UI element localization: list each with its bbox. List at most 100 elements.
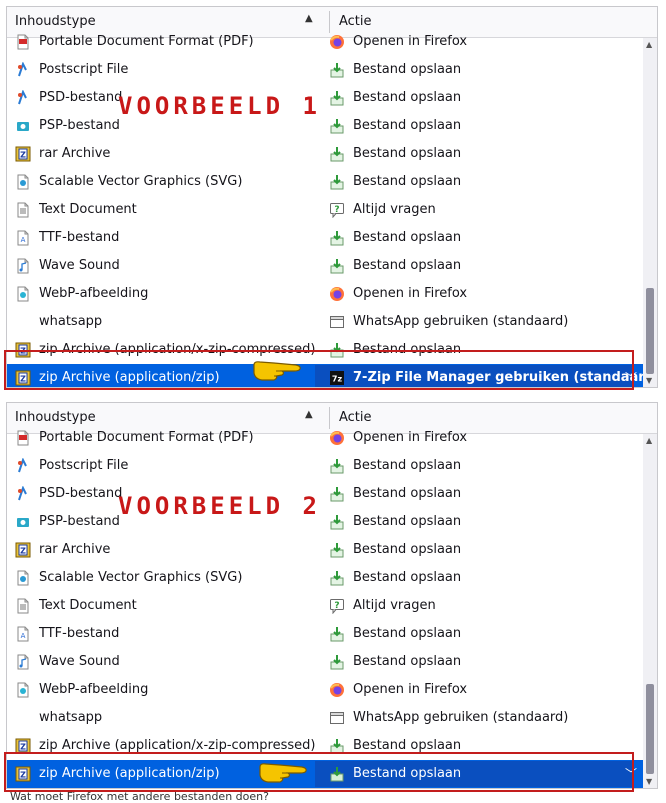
sort-ascending-icon: ▲: [305, 409, 313, 420]
content-type-label: Wave Sound: [39, 654, 120, 669]
content-type-label: rar Archive: [39, 146, 111, 161]
list-item[interactable]: PSD-bestand Bestand opslaan: [7, 84, 643, 112]
postscript-file-icon: [15, 61, 31, 78]
pointing-hand-icon: [253, 361, 301, 381]
highlight-box-1: [4, 350, 634, 390]
content-type-label: TTF-bestand: [39, 230, 120, 245]
section-footnote: Wat moet Firefox met andere bestanden do…: [10, 790, 269, 803]
scrollbar[interactable]: ▲ ▼: [643, 434, 657, 788]
list-item[interactable]: A TTF-bestand Bestand opslaan: [7, 620, 643, 648]
list-item[interactable]: Scalable Vector Graphics (SVG) Bestand op…: [7, 564, 643, 592]
column-header-action[interactable]: Actie: [339, 14, 372, 29]
image-file-icon: [15, 286, 31, 302]
scrollbar[interactable]: ▲ ▼: [643, 38, 657, 387]
svg-text:?: ?: [334, 205, 339, 215]
scroll-down-icon[interactable]: ▼: [646, 777, 652, 786]
list-item[interactable]: Postscript File Bestand opslaan: [7, 56, 643, 84]
save-file-icon: [329, 62, 345, 78]
scroll-down-icon[interactable]: ▼: [646, 376, 652, 385]
pdf-icon: [15, 34, 31, 50]
action-label: Bestand opslaan: [353, 542, 462, 557]
action-label: WhatsApp gebruiken (standaard): [353, 314, 569, 329]
action-label: Bestand opslaan: [353, 654, 462, 669]
font-file-icon: A: [15, 230, 31, 246]
list-item[interactable]: Portable Document Format (PDF) Openen in …: [7, 424, 643, 452]
highlight-box-2: [4, 752, 634, 792]
pointing-hand-icon: [259, 763, 307, 783]
svg-text:Z: Z: [20, 547, 26, 556]
column-header-type[interactable]: Inhoudstype: [15, 14, 96, 29]
action-label: Bestand opslaan: [353, 230, 462, 245]
rar-archive-icon: Z: [15, 542, 31, 558]
applications-list-example-2: Inhoudstype ▲ Actie Portable Document Fo…: [6, 402, 658, 789]
action-label: Openen in Firefox: [353, 286, 468, 301]
content-type-label: PSP-bestand: [39, 118, 120, 133]
scrollbar-thumb[interactable]: [646, 684, 654, 774]
content-type-label: Wave Sound: [39, 258, 120, 273]
list-rows: Portable Document Format (PDF) Openen in …: [7, 430, 643, 788]
postscript-file-icon: [15, 457, 31, 474]
content-type-label: Postscript File: [39, 458, 129, 473]
image-file-icon: [15, 682, 31, 698]
list-item[interactable]: Wave Sound Bestand opslaan: [7, 252, 643, 280]
list-item[interactable]: Portable Document Format (PDF) Openen in …: [7, 28, 643, 56]
column-header-action[interactable]: Actie: [339, 410, 372, 425]
save-file-icon: [329, 514, 345, 530]
list-item[interactable]: Text Document? Altijd vragen: [7, 592, 643, 620]
action-label: Openen in Firefox: [353, 682, 468, 697]
action-label: Bestand opslaan: [353, 458, 462, 473]
save-file-icon: [329, 458, 345, 474]
scroll-up-icon[interactable]: ▲: [646, 40, 652, 49]
svg-text:A: A: [21, 236, 26, 244]
svg-file-icon: [15, 570, 31, 586]
example-label-1: VOORBEELD 1: [118, 92, 321, 120]
scroll-up-icon[interactable]: ▲: [646, 436, 652, 445]
list-rows: Portable Document Format (PDF) Openen in …: [7, 34, 657, 387]
psp-file-icon: [15, 514, 31, 530]
firefox-icon: [329, 286, 345, 302]
list-item[interactable]: Wave Sound Bestand opslaan: [7, 648, 643, 676]
save-file-icon: [329, 626, 345, 642]
save-file-icon: [329, 486, 345, 502]
content-type-label: Text Document: [39, 202, 137, 217]
pdf-icon: [15, 430, 31, 446]
action-label: Openen in Firefox: [353, 34, 468, 49]
audio-file-icon: [15, 654, 31, 670]
content-type-label: WebP-afbeelding: [39, 682, 149, 697]
action-label: Openen in Firefox: [353, 430, 468, 445]
save-file-icon: [329, 258, 345, 274]
content-type-label: zip Archive (application/x-zip-compresse…: [39, 738, 316, 753]
ask-icon: ?: [329, 202, 345, 219]
svg-text:?: ?: [334, 601, 339, 611]
content-type-label: Scalable Vector Graphics (SVG): [39, 174, 243, 189]
scrollbar-thumb[interactable]: [646, 288, 654, 374]
column-header-type[interactable]: Inhoudstype: [15, 410, 96, 425]
list-item[interactable]: whatsapp WhatsApp gebruiken (standaard): [7, 704, 643, 732]
content-type-label: whatsapp: [39, 314, 103, 329]
list-item[interactable]: PSD-bestand Bestand opslaan: [7, 480, 643, 508]
list-item[interactable]: PSP-bestand Bestand opslaan: [7, 508, 643, 536]
list-item[interactable]: WebP-afbeelding Openen in Firefox: [7, 280, 643, 308]
list-item[interactable]: whatsapp WhatsApp gebruiken (standaard): [7, 308, 643, 336]
list-item[interactable]: Text Document? Altijd vragen: [7, 196, 643, 224]
list-item[interactable]: Scalable Vector Graphics (SVG) Bestand op…: [7, 168, 643, 196]
svg-file-icon: [15, 174, 31, 190]
svg-text:Z: Z: [20, 151, 26, 160]
list-item[interactable]: A TTF-bestand Bestand opslaan: [7, 224, 643, 252]
firefox-icon: [329, 34, 345, 50]
save-file-icon: [329, 174, 345, 190]
list-item[interactable]: Zrar Archive Bestand opslaan: [7, 536, 643, 564]
content-type-label: Portable Document Format (PDF): [39, 430, 254, 445]
list-item[interactable]: Postscript File Bestand opslaan: [7, 452, 643, 480]
firefox-icon: [329, 430, 345, 446]
list-item[interactable]: WebP-afbeelding Openen in Firefox: [7, 676, 643, 704]
action-label: Bestand opslaan: [353, 570, 462, 585]
psd-file-icon: [15, 89, 31, 106]
list-item[interactable]: PSP-bestand Bestand opslaan: [7, 112, 643, 140]
list-item[interactable]: Zrar Archive Bestand opslaan: [7, 140, 643, 168]
content-type-label: rar Archive: [39, 542, 111, 557]
content-type-label: WebP-afbeelding: [39, 286, 149, 301]
save-file-icon: [329, 230, 345, 246]
action-label: Bestand opslaan: [353, 514, 462, 529]
save-file-icon: [329, 90, 345, 106]
